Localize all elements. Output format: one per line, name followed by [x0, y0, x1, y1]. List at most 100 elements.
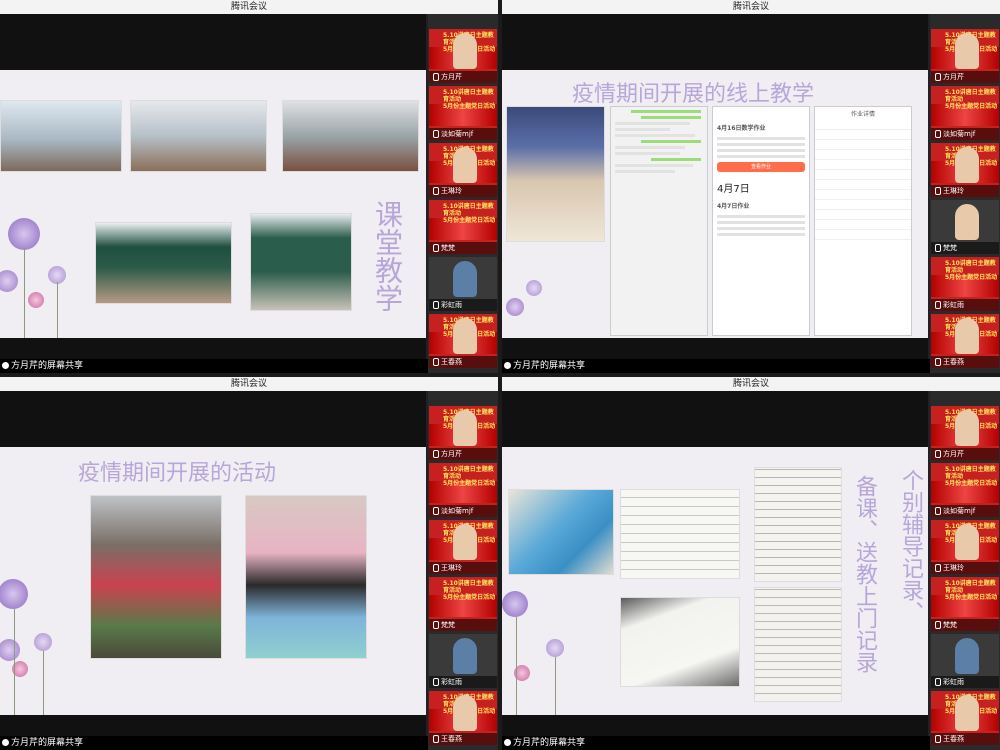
view-homework-button[interactable]: 查看作业	[717, 162, 805, 172]
participant-name: 方月芹	[429, 71, 497, 83]
mic-icon	[935, 678, 941, 686]
banner-text: 5.10讲唐日主题教育活动5月份主题党日活动	[443, 89, 496, 110]
participant-name: 淡如菊mjf	[429, 505, 497, 517]
participant-name: 王春燕	[429, 733, 497, 745]
participant-name: 彩虹雨	[931, 676, 999, 688]
screen-share-stage: 疫情期间开展的活动 方月芹的屏幕共享	[0, 391, 428, 750]
avatar	[955, 524, 979, 560]
slide-title: 疫情期间开展的线上教学	[572, 82, 815, 107]
participant-tile[interactable]: 彩虹雨	[429, 257, 497, 311]
participant-sidebar[interactable]: 5.10讲唐日主题教育活动5月份主题党日活动方月芹 5.10讲唐日主题教育活动5…	[930, 14, 1000, 373]
flower-decoration	[8, 218, 40, 250]
mic-icon	[433, 564, 439, 572]
banner-text: 5.10讲唐日主题教育活动5月份主题党日活动	[945, 89, 998, 110]
flower-decoration	[28, 292, 44, 308]
participant-sidebar[interactable]: 5.10讲唐日主题教育活动5月份主题党日活动方月芹 5.10讲唐日主题教育活动5…	[428, 14, 498, 373]
record-photo-papers	[620, 597, 740, 687]
mic-icon	[433, 358, 439, 366]
homework-heading: 4月16日数学作业	[717, 125, 766, 132]
participant-tile[interactable]: 5.10讲唐日主题教育活动 5月份主题党日活动淡如菊mjf	[931, 463, 999, 517]
participant-name: 王琳玲	[931, 562, 999, 574]
mic-icon	[433, 450, 439, 458]
slide-online-teaching: 疫情期间开展的线上教学 4月16日数学作业 查看作业 4月7日 4月7日作业 作…	[502, 70, 928, 338]
participant-tile[interactable]: 5.10讲唐日主题教育活动5月份主题党日活动王琳玲	[429, 520, 497, 574]
flower-decoration	[0, 579, 28, 609]
participant-tile[interactable]: 5.10讲唐日主题教育活动 5月份主题党日活动 彩虹雨	[931, 257, 999, 311]
participant-name: 方月芹	[931, 71, 999, 83]
screen-share-stage: 课堂教学 方月芹的屏幕共享	[0, 14, 428, 373]
banner-text: 5.10讲唐日主题教育活动5月份主题党日活动	[443, 203, 496, 224]
avatar	[453, 318, 477, 354]
avatar	[453, 524, 477, 560]
flower-decoration	[546, 639, 564, 657]
screen-share-label: 方月芹的屏幕共享	[0, 359, 428, 373]
flower-stem	[14, 609, 15, 715]
participant-tile[interactable]: 5.10讲唐日主题教育活动5月份主题党日活动王春燕	[931, 691, 999, 745]
participant-tile[interactable]: 5.10讲唐日主题教育活动5月份主题党日活动王琳玲	[931, 143, 999, 197]
slide-title-a: 个别辅导记录、	[898, 469, 923, 623]
share-label-text: 方月芹的屏幕共享	[513, 738, 586, 748]
participant-tile[interactable]: 5.10讲唐日主题教育活动5月份主题党日活动方月芹	[931, 29, 999, 83]
participant-tile[interactable]: 5.10讲唐日主题教育活动5月份主题党日活动王春燕	[429, 691, 497, 745]
flower-decoration	[34, 633, 52, 651]
flower-stem	[516, 617, 517, 715]
participant-tile[interactable]: 5.10讲唐日主题教育活动5月份主题党日活动王春燕	[429, 314, 497, 368]
detail-heading: 作业详情	[850, 111, 875, 118]
homework-screenshot: 4月16日数学作业 查看作业 4月7日 4月7日作业	[712, 106, 810, 336]
record-photo-booklets	[508, 489, 614, 575]
share-icon	[504, 362, 511, 369]
mic-icon	[935, 621, 941, 629]
screen-share-stage: 个别辅导记录、 备课、送教上门记录 方月芹的屏幕共享	[502, 391, 930, 750]
mic-icon	[433, 73, 439, 81]
participant-name: 淡如菊mjf	[931, 505, 999, 517]
participant-tile[interactable]: 5.10讲唐日主题教育活动5月份主题党日活动王琳玲	[931, 520, 999, 574]
banner-text: 5.10讲唐日主题教育活动5月份主题党日活动	[945, 466, 998, 487]
participant-tile[interactable]: 5.10讲唐日主题教育活动5月份主题党日活动方月芹	[429, 29, 497, 83]
mic-icon	[935, 73, 941, 81]
participant-name: 王春燕	[429, 356, 497, 368]
classroom-photo-2	[130, 100, 267, 172]
record-photo-notes-1	[754, 467, 842, 582]
participant-tile[interactable]: 5.10讲唐日主题教育活动 5月份主题党日活动 淡如菊mjf	[429, 463, 497, 517]
participant-sidebar[interactable]: 5.10讲唐日主题教育活动5月份主题党日活动方月芹 5.10讲唐日主题教育活动5…	[428, 391, 498, 750]
student-writing-photo	[506, 106, 605, 242]
slide-title-b: 备课、送教上门记录	[852, 475, 877, 673]
participant-tile[interactable]: 5.10讲唐日主题教育活动5月份主题党日活动王琳玲	[429, 143, 497, 197]
avatar	[955, 147, 979, 183]
classroom-photo-3	[282, 100, 419, 172]
screen-share-label: 方月芹的屏幕共享	[502, 736, 930, 750]
participant-tile[interactable]: 5.10讲唐日主题教育活动5月份主题党日活动方月芹	[429, 406, 497, 460]
screen-share-stage: 疫情期间开展的线上教学 4月16日数学作业 查看作业 4月7日 4月7日作业 作…	[502, 14, 930, 373]
participant-tile[interactable]: 5.10讲唐日主题教育活动5月份主题党日活动王春燕	[931, 314, 999, 368]
slide-epidemic-activities: 疫情期间开展的活动	[0, 447, 426, 715]
participant-tile[interactable]: 5.10讲唐日主题教育活动 5月份主题党日活动 梵梵	[931, 577, 999, 631]
record-photo-table	[620, 489, 740, 579]
participant-name: 梵梵	[429, 242, 497, 254]
participant-tile[interactable]: 彩虹雨	[429, 634, 497, 688]
participant-name: 方月芹	[429, 448, 497, 460]
participant-tile[interactable]: 5.10讲唐日主题教育活动5月份主题党日活动方月芹	[931, 406, 999, 460]
participant-tile[interactable]: 彩虹雨	[931, 634, 999, 688]
avatar	[955, 318, 979, 354]
share-label-text: 方月芹的屏幕共享	[11, 361, 84, 371]
participant-tile[interactable]: 5.10讲唐日主题教育活动 5月份主题党日活动 淡如菊mjf	[931, 86, 999, 140]
avatar	[453, 695, 477, 731]
window-title: 腾讯会议	[0, 377, 498, 391]
flower-stem	[555, 657, 556, 715]
mic-icon	[433, 621, 439, 629]
participant-name: 王春燕	[931, 733, 999, 745]
participant-sidebar[interactable]: 5.10讲唐日主题教育活动5月份主题党日活动方月芹 5.10讲唐日主题教育活动5…	[930, 391, 1000, 750]
classroom-photo-4	[95, 222, 232, 304]
participant-tile[interactable]: 梵梵	[931, 200, 999, 254]
participant-name: 彩虹雨	[429, 676, 497, 688]
avatar	[453, 147, 477, 183]
participant-name: 王春燕	[931, 356, 999, 368]
participant-name: 彩虹雨	[429, 299, 497, 311]
window-title: 腾讯会议	[0, 0, 498, 14]
flower-stem	[57, 282, 58, 338]
avatar	[453, 33, 477, 69]
participant-tile[interactable]: 5.10讲唐日主题教育活动 5月份主题党日活动 梵梵	[429, 577, 497, 631]
participant-tile[interactable]: 5.10讲唐日主题教育活动 5月份主题党日活动 淡如菊mjf	[429, 86, 497, 140]
participant-tile[interactable]: 5.10讲唐日主题教育活动 5月份主题党日活动梵梵	[429, 200, 497, 254]
meeting-screenshot-grid: 腾讯会议 课堂教学 方月芹的屏幕共享 5.10讲唐日主题教育活动5月份主题党日活…	[0, 0, 1000, 750]
